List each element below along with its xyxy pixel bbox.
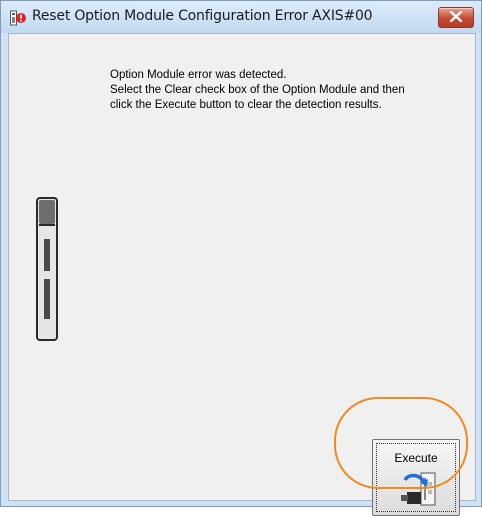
servo-module-icon (36, 197, 58, 341)
close-button[interactable] (438, 7, 474, 28)
window-title: Reset Option Module Configuration Error … (32, 8, 373, 24)
message-line: Select the Clear check box of the Option… (110, 84, 405, 96)
instruction-text: Option Module error was detected. Select… (110, 68, 470, 113)
app-icon (10, 10, 26, 26)
execute-highlight-circle (334, 397, 468, 489)
message-line: click the Execute button to clear the de… (110, 99, 382, 111)
message-line: Option Module error was detected. (110, 69, 287, 81)
close-icon (449, 11, 463, 22)
title-bar[interactable]: Reset Option Module Configuration Error … (1, 1, 481, 33)
